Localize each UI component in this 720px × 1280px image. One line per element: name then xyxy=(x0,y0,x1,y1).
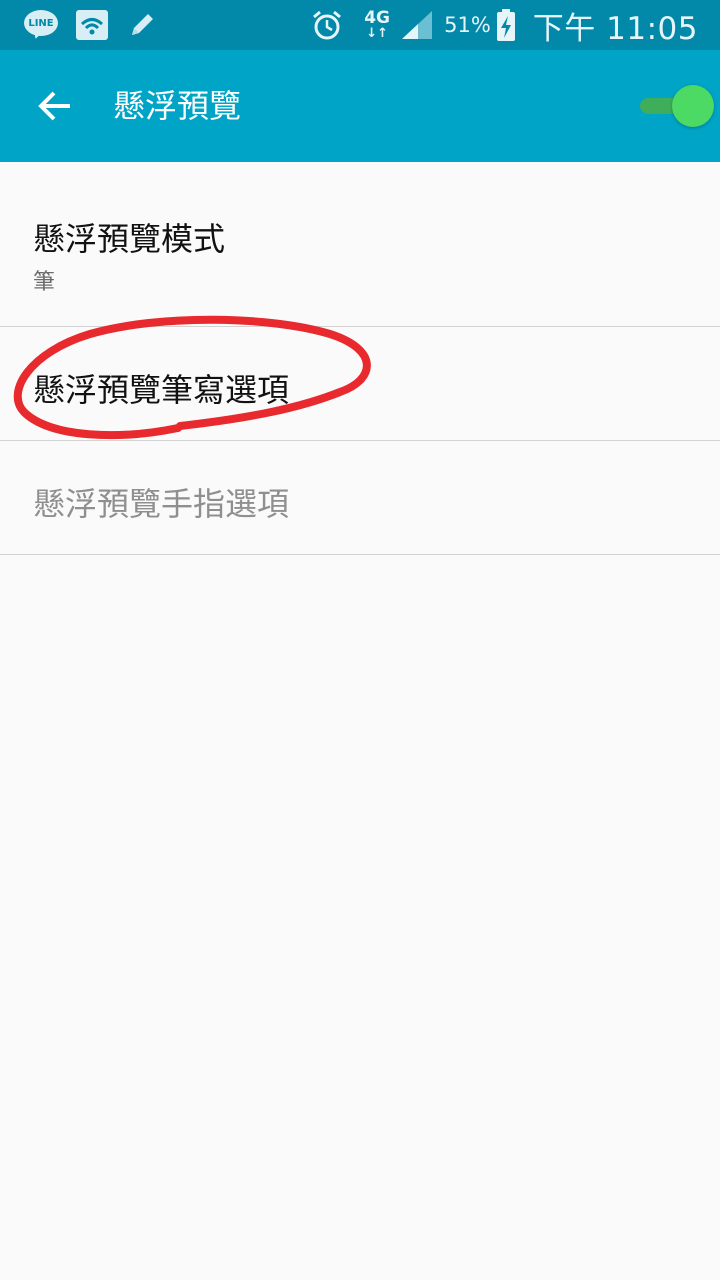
setting-title: 懸浮預覽手指選項 xyxy=(33,485,290,523)
back-button[interactable] xyxy=(32,82,80,130)
back-arrow-icon xyxy=(38,91,70,121)
master-toggle[interactable] xyxy=(640,84,714,128)
network-label: 4G xyxy=(364,8,390,28)
status-bar: LINE 4G ↓↑ 51% 下午 11:05 xyxy=(0,0,720,50)
pen-icon xyxy=(132,14,153,35)
setting-title: 懸浮預覽筆寫選項 xyxy=(33,371,290,409)
wifi-icon xyxy=(76,10,108,40)
page-title: 懸浮預覽 xyxy=(113,87,242,125)
setting-pen-options[interactable]: 懸浮預覽筆寫選項 xyxy=(0,327,720,441)
alarm-icon xyxy=(313,10,342,40)
settings-list: 懸浮預覽模式 筆 懸浮預覽筆寫選項 懸浮預覽手指選項 xyxy=(0,162,720,555)
setting-title: 懸浮預覽模式 xyxy=(33,220,226,258)
battery-percent: 51% xyxy=(444,13,491,37)
setting-hover-mode[interactable]: 懸浮預覽模式 筆 xyxy=(0,162,720,327)
battery-charging-icon xyxy=(496,9,515,41)
notification-icons: LINE xyxy=(24,8,158,42)
network-arrows: ↓↑ xyxy=(366,26,388,41)
setting-summary: 筆 xyxy=(33,270,56,295)
signal-icon xyxy=(402,11,433,39)
toggle-thumb xyxy=(672,85,714,127)
app-bar: 懸浮預覽 xyxy=(0,50,720,162)
line-label: LINE xyxy=(24,10,58,36)
network-type: 4G ↓↑ xyxy=(362,9,392,41)
system-status: 4G ↓↑ 51% 下午 11:05 xyxy=(310,4,698,47)
setting-finger-options: 懸浮預覽手指選項 xyxy=(0,441,720,555)
line-icon: LINE xyxy=(24,10,58,41)
clock: 下午 11:05 xyxy=(532,10,698,47)
